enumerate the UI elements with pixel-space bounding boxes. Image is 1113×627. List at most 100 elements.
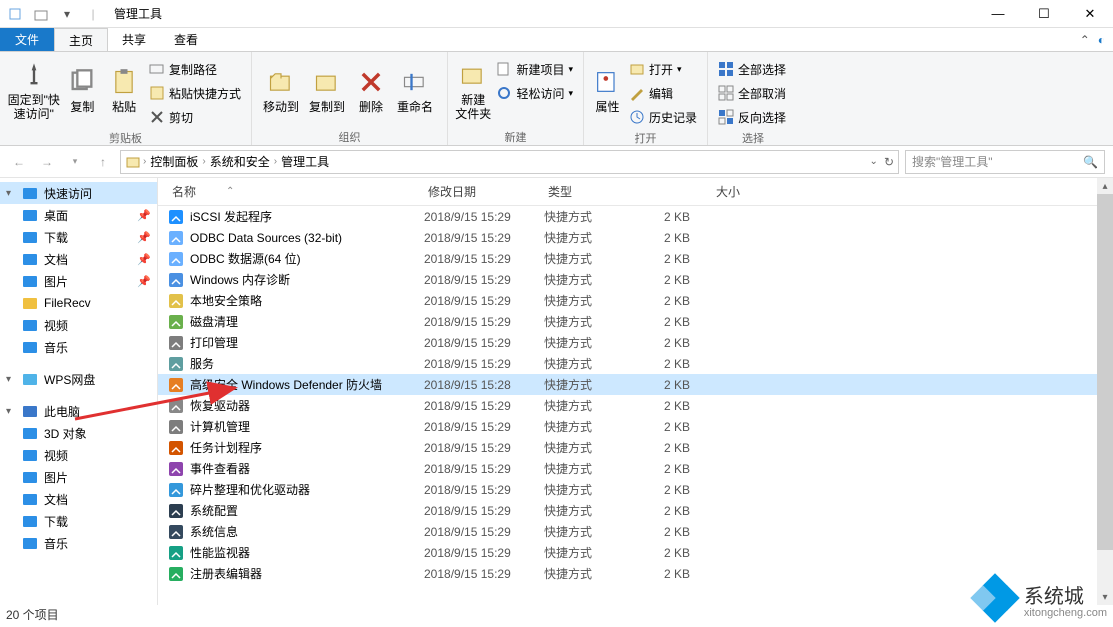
sidebar-item[interactable]: 图片📌	[0, 270, 157, 292]
address-bar[interactable]: › 控制面板› 系统和安全› 管理工具 ⌄ ↻	[120, 150, 899, 174]
file-name: 任务计划程序	[190, 439, 424, 456]
file-type: 快捷方式	[544, 418, 664, 435]
file-row[interactable]: 本地安全策略2018/9/15 15:29快捷方式2 KB	[158, 290, 1113, 311]
file-row[interactable]: ODBC 数据源(64 位)2018/9/15 15:29快捷方式2 KB	[158, 248, 1113, 269]
expand-caret-icon[interactable]: ▾	[6, 406, 11, 417]
sidebar-item[interactable]: 图片	[0, 466, 157, 488]
expand-caret-icon[interactable]: ▾	[6, 188, 11, 199]
sidebar-item[interactable]: ▾WPS网盘	[0, 368, 157, 390]
file-name: Windows 内存诊断	[190, 271, 424, 288]
new-folder-button[interactable]: 新建 文件夹	[454, 56, 492, 126]
scroll-up-icon[interactable]: ▴	[1097, 178, 1113, 194]
copy-path-button[interactable]: 复制路径	[149, 58, 241, 80]
sidebar-item[interactable]: ▾此电脑	[0, 400, 157, 422]
folder-icon	[22, 403, 38, 419]
delete-button[interactable]: 删除	[350, 56, 392, 126]
file-type: 快捷方式	[544, 544, 664, 561]
move-to-button[interactable]: 移动到	[258, 56, 304, 126]
file-date: 2018/9/15 15:29	[424, 357, 544, 371]
expand-caret-icon[interactable]: ▾	[6, 374, 11, 385]
file-row[interactable]: 系统信息2018/9/15 15:29快捷方式2 KB	[158, 521, 1113, 542]
up-button[interactable]: ↑	[92, 151, 114, 173]
sidebar-item[interactable]: 音乐	[0, 336, 157, 358]
copy-to-button[interactable]: 复制到	[304, 56, 350, 126]
sidebar-item[interactable]: 文档📌	[0, 248, 157, 270]
tab-home[interactable]: 主页	[54, 28, 108, 51]
qat-icon-1[interactable]	[4, 3, 26, 25]
new-item-button[interactable]: 新建项目▾	[496, 58, 573, 80]
crumb-0[interactable]: 控制面板	[148, 153, 200, 170]
file-row[interactable]: 磁盘清理2018/9/15 15:29快捷方式2 KB	[158, 311, 1113, 332]
file-row[interactable]: 事件查看器2018/9/15 15:29快捷方式2 KB	[158, 458, 1113, 479]
search-box[interactable]: 搜索"管理工具" 🔍	[905, 150, 1105, 174]
properties-button[interactable]: 属性	[590, 56, 625, 126]
history-button[interactable]: 历史记录	[629, 106, 697, 128]
file-name: 计算机管理	[190, 418, 424, 435]
sidebar-item[interactable]: 音乐	[0, 532, 157, 554]
file-icon	[168, 335, 184, 351]
copy-button[interactable]: 复制	[62, 56, 104, 126]
cut-button[interactable]: 剪切	[149, 106, 241, 128]
pin-quick-access-button[interactable]: 固定到"快 速访问"	[6, 56, 62, 126]
sidebar-item[interactable]: 桌面📌	[0, 204, 157, 226]
qat-icon-2[interactable]	[30, 3, 52, 25]
file-row[interactable]: ODBC Data Sources (32-bit)2018/9/15 15:2…	[158, 227, 1113, 248]
sidebar-item[interactable]: 3D 对象	[0, 422, 157, 444]
easy-access-button[interactable]: 轻松访问▾	[496, 82, 573, 104]
file-date: 2018/9/15 15:29	[424, 315, 544, 329]
help-icon[interactable]: ◐	[1098, 33, 1105, 47]
edit-button[interactable]: 编辑	[629, 82, 697, 104]
vertical-scrollbar[interactable]: ▴ ▾	[1097, 178, 1113, 605]
file-row[interactable]: iSCSI 发起程序2018/9/15 15:29快捷方式2 KB	[158, 206, 1113, 227]
file-name: 碎片整理和优化驱动器	[190, 481, 424, 498]
file-row[interactable]: 系统配置2018/9/15 15:29快捷方式2 KB	[158, 500, 1113, 521]
file-date: 2018/9/15 15:29	[424, 336, 544, 350]
select-none-button[interactable]: 全部取消	[718, 82, 786, 104]
sidebar-item[interactable]: 视频	[0, 314, 157, 336]
sidebar-item[interactable]: 下载📌	[0, 226, 157, 248]
column-headers[interactable]: 名称⌃ 修改日期 类型 大小	[158, 178, 1113, 206]
sidebar-item[interactable]: 下载	[0, 510, 157, 532]
file-icon	[168, 251, 184, 267]
file-row[interactable]: 打印管理2018/9/15 15:29快捷方式2 KB	[158, 332, 1113, 353]
file-row[interactable]: 恢复驱动器2018/9/15 15:29快捷方式2 KB	[158, 395, 1113, 416]
sidebar-item[interactable]: 视频	[0, 444, 157, 466]
paste-shortcut-button[interactable]: 粘贴快捷方式	[149, 82, 241, 104]
scroll-thumb[interactable]	[1097, 194, 1113, 550]
file-row[interactable]: 计算机管理2018/9/15 15:29快捷方式2 KB	[158, 416, 1113, 437]
refresh-icon[interactable]: ↻	[884, 155, 894, 169]
file-row[interactable]: 高级安全 Windows Defender 防火墙2018/9/15 15:28…	[158, 374, 1113, 395]
tab-share[interactable]: 共享	[108, 28, 160, 51]
file-row[interactable]: 碎片整理和优化驱动器2018/9/15 15:29快捷方式2 KB	[158, 479, 1113, 500]
ribbon-collapse-icon[interactable]: ⌃	[1080, 33, 1090, 47]
watermark-logo-icon	[974, 577, 1018, 621]
folder-icon	[22, 295, 38, 311]
status-bar: 20 个项目	[6, 606, 59, 623]
forward-button[interactable]: →	[36, 151, 58, 173]
sidebar-item[interactable]: FileRecv	[0, 292, 157, 314]
file-row[interactable]: 注册表编辑器2018/9/15 15:29快捷方式2 KB	[158, 563, 1113, 584]
sidebar-item[interactable]: ▾快速访问	[0, 182, 157, 204]
crumb-1[interactable]: 系统和安全	[208, 153, 272, 170]
paste-button[interactable]: 粘贴	[103, 56, 145, 126]
file-row[interactable]: 服务2018/9/15 15:29快捷方式2 KB	[158, 353, 1113, 374]
select-all-button[interactable]: 全部选择	[718, 58, 786, 80]
qat-dropdown-icon[interactable]: ▾	[56, 3, 78, 25]
file-row[interactable]: 任务计划程序2018/9/15 15:29快捷方式2 KB	[158, 437, 1113, 458]
open-button[interactable]: 打开▾	[629, 58, 697, 80]
invert-selection-button[interactable]: 反向选择	[718, 106, 786, 128]
close-button[interactable]: ✕	[1067, 0, 1113, 28]
back-button[interactable]: ←	[8, 151, 30, 173]
minimize-button[interactable]: —	[975, 0, 1021, 28]
crumb-2[interactable]: 管理工具	[279, 153, 331, 170]
file-row[interactable]: Windows 内存诊断2018/9/15 15:29快捷方式2 KB	[158, 269, 1113, 290]
tab-view[interactable]: 查看	[160, 28, 212, 51]
recent-button[interactable]: ▾	[64, 151, 86, 173]
maximize-button[interactable]: ☐	[1021, 0, 1067, 28]
file-tab[interactable]: 文件	[0, 28, 54, 51]
file-row[interactable]: 性能监视器2018/9/15 15:29快捷方式2 KB	[158, 542, 1113, 563]
address-dropdown-icon[interactable]: ⌄	[870, 156, 878, 167]
sidebar-label: 3D 对象	[44, 425, 87, 442]
sidebar-item[interactable]: 文档	[0, 488, 157, 510]
rename-button[interactable]: 重命名	[392, 56, 438, 126]
